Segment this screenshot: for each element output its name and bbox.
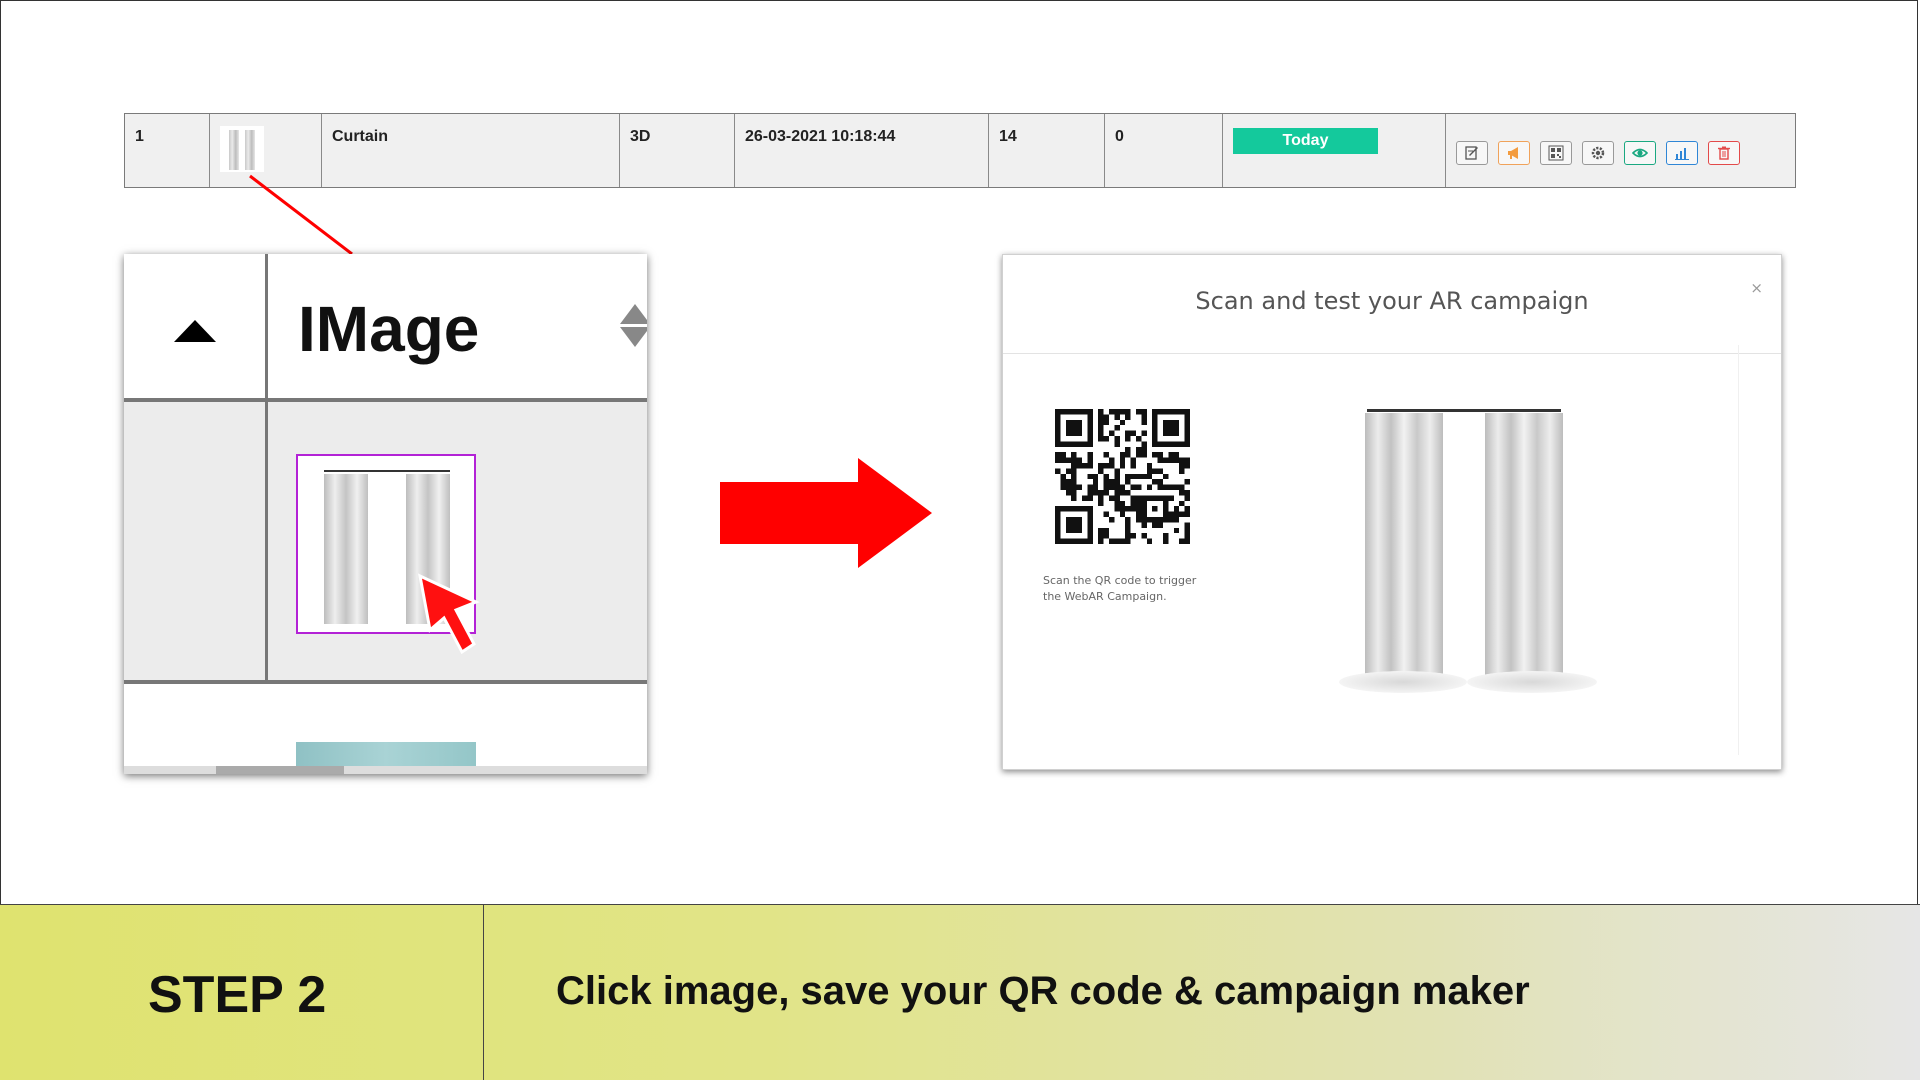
table-row[interactable]: 1 Curtain 3D 26-03-2021 10:18:44 14 0 To… [124, 113, 1796, 188]
row-type: 3D [620, 114, 735, 187]
analytics-button[interactable] [1666, 141, 1698, 165]
row-count-a: 14 [989, 114, 1105, 187]
qr-caption: Scan the QR code to trigger the WebAR Ca… [1043, 574, 1197, 603]
column-title[interactable]: IMage [298, 292, 479, 366]
row-actions [1446, 114, 1795, 187]
cursor-arrow-icon [417, 573, 480, 655]
row-index: 1 [125, 114, 210, 187]
close-icon[interactable]: × [1750, 279, 1763, 297]
status-badge: Today [1233, 128, 1378, 154]
modal-title: Scan and test your AR campaign [1195, 287, 1589, 315]
arrow-right-icon [720, 458, 932, 568]
curtain-preview [1333, 409, 1653, 709]
sort-icon[interactable] [620, 304, 647, 347]
next-row-thumbnail[interactable] [296, 742, 476, 768]
step-banner: STEP 2 Click image, save your QR code & … [0, 904, 1920, 1080]
megaphone-icon [1508, 147, 1518, 159]
row-image-cell[interactable] [210, 114, 322, 187]
step-label: STEP 2 [148, 966, 327, 1024]
horizontal-scrollbar[interactable] [124, 766, 647, 774]
triangle-up-icon[interactable] [174, 320, 216, 342]
edit-button[interactable] [1456, 141, 1488, 165]
row-name: Curtain [322, 114, 620, 187]
scrollbar-thumb[interactable] [216, 766, 344, 774]
step-instruction: Click image, save your QR code & campaig… [556, 969, 1530, 1013]
gear-icon [1591, 146, 1605, 160]
bar-chart-icon [1675, 148, 1689, 160]
qr-code-icon [1548, 145, 1564, 161]
zoomed-image-column: IMage [124, 254, 647, 774]
row-datetime: 26-03-2021 10:18:44 [735, 114, 989, 187]
settings-button[interactable] [1582, 141, 1614, 165]
qr-code [1055, 409, 1190, 544]
eye-icon [1632, 148, 1648, 158]
qr-modal: Scan and test your AR campaign × Scan th… [1002, 254, 1782, 770]
qr-code-button[interactable] [1540, 141, 1572, 165]
campaign-button[interactable] [1498, 141, 1530, 165]
trash-icon [1718, 146, 1730, 160]
delete-button[interactable] [1708, 141, 1740, 165]
preview-button[interactable] [1624, 141, 1656, 165]
row-thumbnail[interactable] [220, 126, 264, 172]
edit-icon [1465, 146, 1478, 160]
row-status-cell: Today [1223, 114, 1446, 187]
row-count-b: 0 [1105, 114, 1223, 187]
